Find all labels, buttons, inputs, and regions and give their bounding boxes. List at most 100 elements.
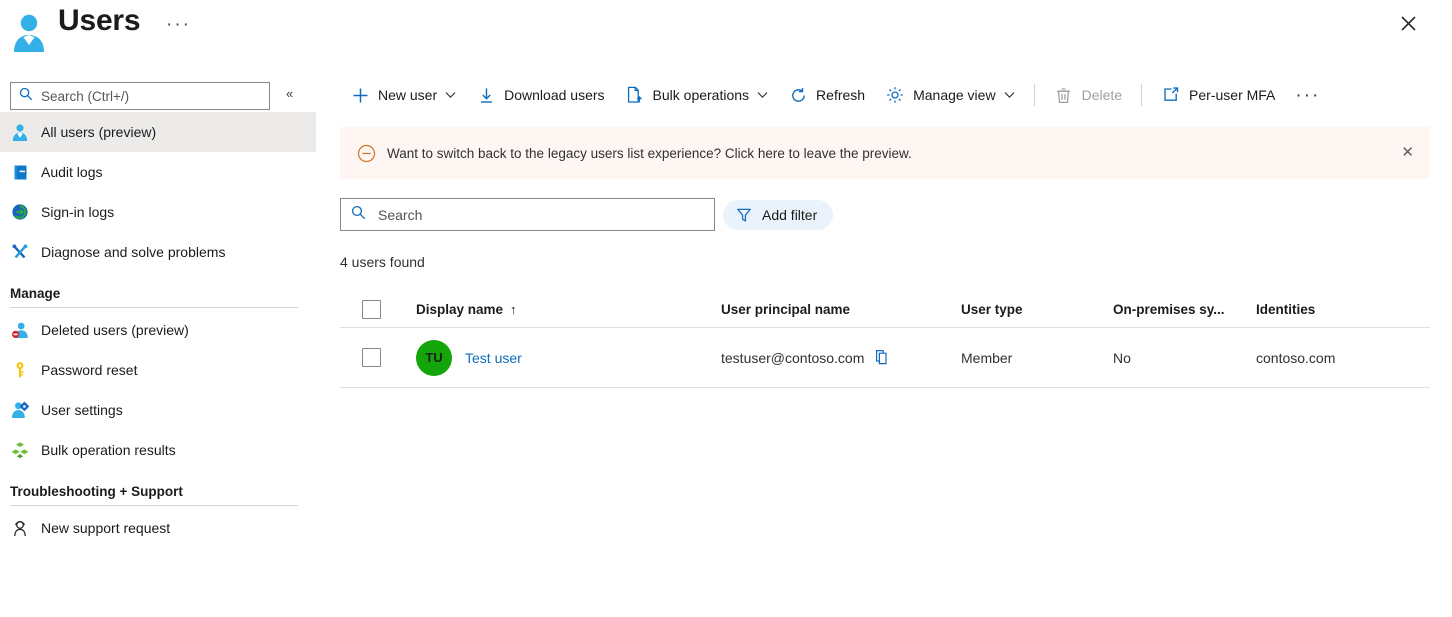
- user-gear-icon: [10, 400, 30, 420]
- sidebar-item-diagnose[interactable]: Diagnose and solve problems: [0, 232, 316, 272]
- new-user-button[interactable]: New user: [340, 79, 466, 111]
- sidebar: « All users (preview) Audit log: [0, 72, 316, 617]
- user-large-icon: [10, 12, 48, 52]
- column-label: User type: [961, 301, 1023, 317]
- results-count: 4 users found: [340, 254, 425, 270]
- users-search-box[interactable]: [340, 198, 715, 231]
- column-label: On-premises sy...: [1113, 301, 1225, 317]
- cell-identities: contoso.com: [1256, 349, 1336, 366]
- command-bar: New user Download users Bulk operations …: [340, 72, 1452, 118]
- add-filter-button[interactable]: Add filter: [723, 199, 834, 230]
- sidebar-item-label: Deleted users (preview): [41, 322, 189, 338]
- users-blade: Users ··· «: [0, 0, 1452, 617]
- filter-bar: Add filter: [340, 198, 1452, 231]
- toolbar-label: Delete: [1081, 87, 1123, 103]
- sidebar-item-deleted-users[interactable]: Deleted users (preview): [0, 310, 316, 350]
- book-icon: [10, 162, 30, 182]
- cell-on-premises-sync: No: [1113, 349, 1131, 366]
- toolbar-divider: [1141, 84, 1143, 106]
- table-row[interactable]: TU Test user testuser@contoso.com Member…: [340, 328, 1430, 388]
- cubes-icon: [10, 440, 30, 460]
- user-display-name-link[interactable]: Test user: [465, 350, 522, 366]
- download-users-button[interactable]: Download users: [466, 79, 614, 111]
- wrench-screwdriver-icon: [10, 242, 30, 262]
- toolbar-label: Download users: [504, 87, 605, 103]
- sidebar-search-row: «: [0, 72, 316, 112]
- column-header-user-type[interactable]: User type: [961, 302, 1113, 317]
- per-user-mfa-button[interactable]: Per-user MFA: [1151, 79, 1285, 111]
- select-all-cell: [340, 299, 416, 319]
- sidebar-item-password-reset[interactable]: Password reset: [0, 350, 316, 390]
- sidebar-item-new-support-request[interactable]: New support request: [0, 508, 316, 548]
- gear-icon: [885, 85, 905, 105]
- bulk-operations-button[interactable]: Bulk operations: [615, 79, 779, 111]
- banner-message[interactable]: Want to switch back to the legacy users …: [387, 146, 912, 161]
- refresh-button[interactable]: Refresh: [778, 79, 875, 111]
- support-person-icon: [10, 518, 30, 538]
- sidebar-item-label: Sign-in logs: [41, 204, 115, 220]
- toolbar-label: Manage view: [913, 87, 996, 103]
- signin-arrow-icon: [10, 202, 30, 222]
- column-header-identities[interactable]: Identities: [1256, 302, 1426, 317]
- chevron-down-icon: [445, 91, 456, 99]
- sidebar-item-label: Password reset: [41, 362, 138, 378]
- main-content: New user Download users Bulk operations …: [340, 72, 1452, 388]
- close-icon[interactable]: [1394, 9, 1422, 37]
- chevron-down-icon: [1004, 91, 1015, 99]
- sidebar-item-audit-logs[interactable]: Audit logs: [0, 152, 316, 192]
- funnel-icon: [735, 206, 753, 224]
- sidebar-item-signin-logs[interactable]: Sign-in logs: [0, 192, 316, 232]
- column-label: Display name: [416, 301, 504, 317]
- select-all-checkbox[interactable]: [362, 299, 381, 319]
- search-icon: [19, 87, 33, 106]
- delete-button[interactable]: Delete: [1044, 79, 1132, 111]
- sidebar-group-title-manage: Manage: [10, 286, 61, 301]
- banner-close-icon[interactable]: ✕: [1401, 145, 1414, 160]
- users-search-input[interactable]: [376, 205, 696, 224]
- blocked-circle-icon: [356, 143, 376, 163]
- title-bar: Users ···: [0, 0, 1452, 64]
- collapse-sidebar-icon[interactable]: «: [286, 86, 293, 101]
- sidebar-item-bulk-operation-results[interactable]: Bulk operation results: [0, 430, 316, 470]
- toolbar-label: New user: [378, 87, 438, 103]
- add-filter-label: Add filter: [762, 206, 818, 223]
- page-title: Users: [58, 4, 141, 37]
- cell-display-name: TU Test user: [416, 339, 721, 376]
- sidebar-item-all-users[interactable]: All users (preview): [0, 112, 316, 152]
- row-checkbox[interactable]: [362, 348, 381, 367]
- manage-view-button[interactable]: Manage view: [875, 79, 1025, 111]
- bulk-page-icon: [625, 85, 645, 105]
- sidebar-item-label: Diagnose and solve problems: [41, 244, 226, 260]
- sidebar-item-label: Bulk operation results: [41, 442, 176, 458]
- search-icon: [351, 205, 366, 225]
- cell-user-type: Member: [961, 349, 1013, 366]
- column-header-user-principal-name[interactable]: User principal name: [721, 302, 961, 317]
- column-header-display-name[interactable]: Display name ↑: [416, 302, 721, 317]
- toolbar-label: Per-user MFA: [1189, 87, 1276, 103]
- sidebar-item-label: All users (preview): [41, 124, 157, 140]
- title-more-button[interactable]: ···: [160, 10, 197, 40]
- user-deleted-icon: [10, 320, 30, 340]
- external-link-icon: [1161, 85, 1181, 105]
- download-icon: [476, 85, 496, 105]
- users-table: Display name ↑ User principal name User …: [340, 291, 1430, 388]
- toolbar-divider: [1033, 84, 1035, 106]
- sort-ascending-icon: ↑: [510, 301, 517, 317]
- sidebar-item-user-settings[interactable]: User settings: [0, 390, 316, 430]
- sidebar-group-divider: [10, 307, 298, 308]
- key-icon: [10, 360, 30, 380]
- sidebar-search-box[interactable]: [10, 82, 270, 110]
- sidebar-search-input[interactable]: [39, 87, 254, 105]
- copy-icon[interactable]: [873, 349, 891, 367]
- toolbar-more-button[interactable]: ···: [1285, 86, 1330, 105]
- avatar: TU: [416, 339, 452, 376]
- preview-banner: Want to switch back to the legacy users …: [340, 127, 1430, 179]
- column-label: User principal name: [721, 301, 851, 317]
- sidebar-group-divider: [10, 505, 298, 506]
- trash-icon: [1054, 85, 1074, 105]
- sidebar-item-label: New support request: [41, 520, 171, 536]
- toolbar-label: Refresh: [816, 87, 866, 103]
- upn-text: testuser@contoso.com: [721, 349, 865, 366]
- column-header-on-premises-sync[interactable]: On-premises sy...: [1113, 302, 1256, 317]
- toolbar-label: Bulk operations: [652, 87, 750, 103]
